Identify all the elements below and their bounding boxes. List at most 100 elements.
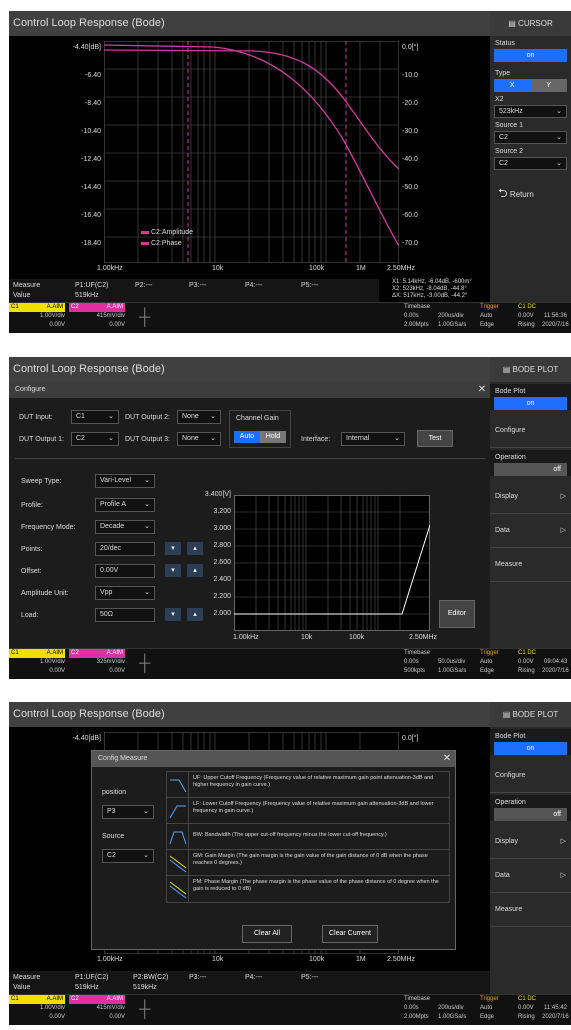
channel-gain-box: Channel Gain Auto Hold — [229, 410, 291, 448]
operation-toggle[interactable]: off — [494, 463, 567, 476]
measure-option-pm[interactable]: PM: Phase Margin (The phase margin is th… — [167, 876, 449, 902]
interface-select[interactable]: Internal ⌄ — [341, 432, 405, 446]
data-item[interactable]: Data ▷ — [490, 859, 571, 893]
points-input[interactable]: 20/dec — [95, 542, 155, 556]
measure-item[interactable]: Measure — [490, 548, 571, 582]
data-item[interactable]: Data ▷ — [490, 514, 571, 548]
measure-option-bw[interactable]: BW: Bandwidth (The upper cut-off frequen… — [167, 824, 449, 850]
operation-label: Operation — [495, 799, 526, 806]
offset-decrement-icon[interactable]: ▾ — [165, 564, 181, 577]
timebase-info[interactable]: Timebase 0.00s 200us/div 2.00Mpts 1.00GSa/s … — [400, 995, 571, 1025]
amplitude-unit-select[interactable]: Vpp ⌄ — [95, 586, 155, 600]
legend-amplitude: C2:Amplitude — [141, 229, 193, 236]
clear-all-button[interactable]: Clear All — [242, 925, 292, 943]
operation-toggle[interactable]: off — [494, 808, 567, 821]
chevron-down-icon: ⌄ — [210, 413, 216, 420]
add-channel-icon[interactable]: ┼ — [139, 309, 150, 327]
chevron-down-icon: ⌄ — [144, 523, 150, 530]
configure-dialog: Configure ✕ DUT Input: C1 ⌄ DUT Output 2: … — [9, 382, 490, 648]
display-item[interactable]: Display ▷ — [490, 825, 571, 859]
channel2-info[interactable]: C2 A.AIM 325mV/div 0.00V — [69, 649, 127, 679]
bode-plot-toggle[interactable]: on — [494, 397, 567, 410]
editor-button[interactable]: Editor — [439, 600, 475, 628]
bode-plot-label: Bode Plot — [495, 733, 526, 740]
points-label: Points: — [21, 546, 43, 553]
close-icon[interactable]: ✕ — [474, 382, 490, 398]
bode-plot-toggle[interactable]: on — [494, 742, 567, 755]
timebase-info[interactable]: Timebase 0.00s 200us/div 2.00Mpts 1.00GSa/s … — [400, 303, 571, 333]
frequency-mode-select[interactable]: Decade ⌄ — [95, 520, 155, 534]
add-channel-icon[interactable]: ┼ — [139, 1001, 150, 1019]
chevron-down-icon: ⌄ — [394, 435, 400, 442]
channel1-info[interactable]: C1 A.AIM 1.00V/div 0.00V — [9, 649, 67, 679]
configure-item[interactable]: Configure — [490, 759, 571, 793]
offset-input[interactable]: 0.00V — [95, 564, 155, 578]
bw-graph-icon — [167, 824, 189, 849]
source2-select[interactable]: C2 ⌄ — [494, 157, 567, 170]
status-bar: C1 A.AIM 1.00V/div 0.00V C2 A.AIM 415mV/div 0.… — [9, 994, 571, 1025]
chevron-right-icon: ▷ — [560, 838, 566, 845]
bode-plot-menu: ▤ BODE PLOT Bode Plot on Configure Operat… — [490, 702, 571, 1025]
measure-option-gm[interactable]: GM: Gain Margin (The gain margin is the … — [167, 850, 449, 876]
dut-output3-label: DUT Output 3: — [125, 436, 171, 443]
add-channel-icon[interactable]: ┼ — [139, 655, 150, 673]
measure-option-lf[interactable]: LF: Lower Cutoff Frequency (Frequency va… — [167, 798, 449, 824]
configure-item[interactable]: Configure — [490, 414, 571, 448]
chevron-down-icon: ⌄ — [556, 108, 562, 115]
measure-option-uf[interactable]: UF: Upper Cutoff Frequency (Frequency va… — [167, 772, 449, 798]
menu-header: ▤ BODE PLOT — [490, 357, 571, 382]
test-button[interactable]: Test — [417, 430, 453, 447]
profile-select[interactable]: Profile A ⌄ — [95, 498, 155, 512]
type-x[interactable]: X — [494, 79, 531, 92]
measure-bar[interactable]: Measure P1:UF(C2) P2:BW(C2) P3:--- P4:--- P5:… — [9, 971, 490, 995]
source1-label: Source 1 — [495, 122, 524, 129]
dialog-title: Config Measure ✕ — [92, 751, 455, 767]
bode-plot[interactable]: C2:Amplitude C2:Phase — [103, 40, 400, 264]
screenshot-configure: Control Loop Response (Bode) ▤ BODE PLOT… — [9, 357, 571, 679]
timebase-info[interactable]: Timebase 0.00s 50.0us/div 500kpts 1.00GSa/s … — [400, 649, 571, 679]
screenshot-config-measure: Control Loop Response (Bode) ▤ BODE PLOT… — [9, 702, 571, 1025]
points-decrement-icon[interactable]: ▾ — [165, 542, 181, 555]
dut-output3-select[interactable]: None ⌄ — [177, 432, 221, 446]
auto-button[interactable]: Auto — [234, 431, 260, 443]
cursor-menu: ▤ CURSOR Status on Type XY X2 523kHz ⌄ So… — [490, 11, 571, 333]
load-input[interactable]: 50Ω — [95, 608, 155, 622]
chevron-down-icon: ⌄ — [108, 435, 114, 442]
load-decrement-icon[interactable]: ▾ — [165, 608, 181, 621]
measure-item[interactable]: Measure — [490, 893, 571, 927]
chevron-down-icon: ⌄ — [143, 852, 149, 859]
x2-select[interactable]: 523kHz ⌄ — [494, 105, 567, 118]
dut-output1-select[interactable]: C2 ⌄ — [71, 432, 119, 446]
chevron-right-icon: ▷ — [560, 527, 566, 534]
sweep-type-label: Sweep Type: — [21, 478, 62, 485]
lf-graph-icon — [167, 798, 189, 823]
profile-preview-chart — [234, 495, 431, 631]
status-bar: C1 A.AIM 1.00V/div 0.00V C2 A.AIM 415mV/div 0.… — [9, 302, 571, 333]
channel1-info[interactable]: C1 A.AIM 1.00V/div 0.00V — [9, 303, 67, 333]
close-icon[interactable]: ✕ — [439, 751, 455, 767]
uf-graph-icon — [167, 772, 189, 797]
chevron-right-icon: ▷ — [560, 872, 566, 879]
sweep-type-select[interactable]: Vari-Level ⌄ — [95, 474, 155, 488]
measure-bar[interactable]: Measure P1:UF(C2) P2:--- P3:--- P4:--- P5:---… — [9, 279, 379, 303]
amplitude-unit-label: Amplitude Unit: — [21, 590, 69, 597]
channel1-info[interactable]: C1 A.AIM 1.00V/div 0.00V — [9, 995, 67, 1025]
source1-select[interactable]: C2 ⌄ — [494, 131, 567, 144]
return-button[interactable]: ⮌ Return — [490, 184, 571, 205]
type-label: Type — [495, 70, 511, 77]
source-select[interactable]: C2 ⌄ — [102, 849, 154, 863]
dut-input-select[interactable]: C1 ⌄ — [71, 410, 119, 424]
channel2-info[interactable]: C2 A.AIM 415mV/div 0.00V — [69, 303, 127, 333]
display-item[interactable]: Display ▷ — [490, 480, 571, 514]
type-y[interactable]: Y — [530, 79, 567, 92]
channel2-info[interactable]: C2 A.AIM 415mV/div 0.00V — [69, 995, 127, 1025]
clear-current-button[interactable]: Clear Current — [322, 925, 378, 943]
type-toggle[interactable]: XY — [494, 79, 567, 92]
position-select[interactable]: P3 ⌄ — [102, 805, 154, 819]
channel-gain-label: Channel Gain — [236, 415, 279, 422]
legend-phase: C2:Phase — [141, 240, 182, 247]
dut-output2-select[interactable]: None ⌄ — [177, 410, 221, 424]
hold-button[interactable]: Hold — [260, 431, 286, 443]
chevron-down-icon: ⌄ — [144, 589, 150, 596]
status-toggle[interactable]: on — [494, 49, 567, 62]
